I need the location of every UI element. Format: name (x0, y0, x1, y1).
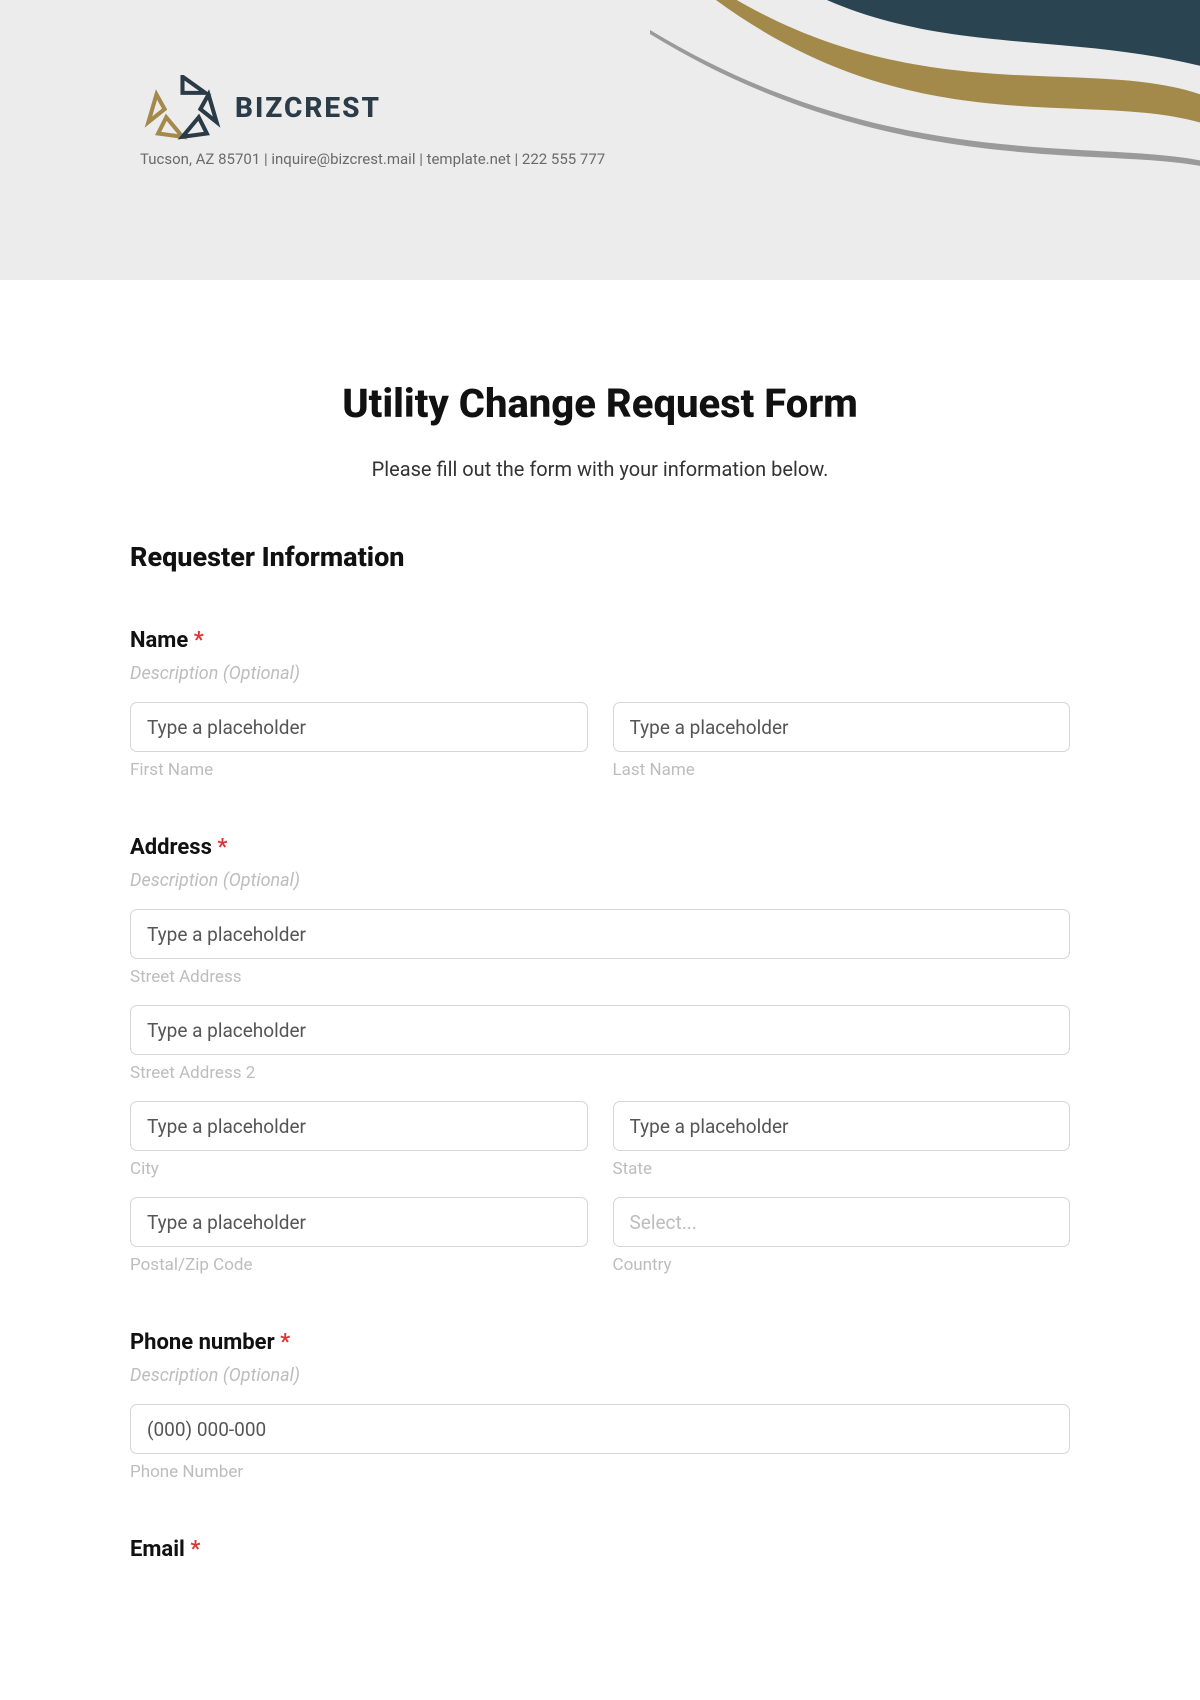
phone-label: Phone number * (130, 1330, 1070, 1355)
phone-number-input[interactable] (130, 1404, 1070, 1454)
street-address-2-sublabel: Street Address 2 (130, 1063, 1070, 1083)
country-select[interactable]: Select... (613, 1197, 1071, 1247)
last-name-sublabel: Last Name (613, 760, 1071, 780)
required-star: * (194, 628, 204, 653)
name-field-block: Name * Description (Optional) First Name… (130, 628, 1070, 780)
name-description: Description (Optional) (130, 663, 1070, 684)
section-requester-title: Requester Information (130, 541, 1070, 573)
required-star: * (217, 835, 227, 860)
country-sublabel: Country (613, 1255, 1071, 1275)
postal-code-sublabel: Postal/Zip Code (130, 1255, 588, 1275)
name-label: Name * (130, 628, 1070, 653)
required-star: * (280, 1330, 290, 1355)
header-band: BIZCREST Tucson, AZ 85701 | inquire@bizc… (0, 0, 1200, 280)
header-decorative-swoosh (570, 0, 1200, 230)
brand-name: BIZCREST (235, 91, 381, 124)
street-address-sublabel: Street Address (130, 967, 1070, 987)
address-field-block: Address * Description (Optional) Street … (130, 835, 1070, 1275)
last-name-input[interactable] (613, 702, 1071, 752)
form-content: Utility Change Request Form Please fill … (0, 280, 1200, 1622)
email-field-block: Email * (130, 1537, 1070, 1562)
page-subtitle: Please fill out the form with your infor… (130, 457, 1070, 481)
email-label-text: Email (130, 1537, 185, 1562)
phone-sublabel: Phone Number (130, 1462, 1070, 1482)
address-label-text: Address (130, 835, 212, 860)
phone-field-block: Phone number * Description (Optional) Ph… (130, 1330, 1070, 1482)
city-input[interactable] (130, 1101, 588, 1151)
name-label-text: Name (130, 628, 188, 653)
address-description: Description (Optional) (130, 870, 1070, 891)
page-title: Utility Change Request Form (130, 380, 1070, 427)
street-address-2-input[interactable] (130, 1005, 1070, 1055)
first-name-input[interactable] (130, 702, 588, 752)
phone-label-text: Phone number (130, 1330, 275, 1355)
address-label: Address * (130, 835, 1070, 860)
first-name-sublabel: First Name (130, 760, 588, 780)
state-input[interactable] (613, 1101, 1071, 1151)
postal-code-input[interactable] (130, 1197, 588, 1247)
phone-description: Description (Optional) (130, 1365, 1070, 1386)
city-sublabel: City (130, 1159, 588, 1179)
email-label: Email * (130, 1537, 1070, 1562)
required-star: * (190, 1537, 200, 1562)
street-address-input[interactable] (130, 909, 1070, 959)
state-sublabel: State (613, 1159, 1071, 1179)
bizcrest-logo-icon (140, 75, 225, 140)
